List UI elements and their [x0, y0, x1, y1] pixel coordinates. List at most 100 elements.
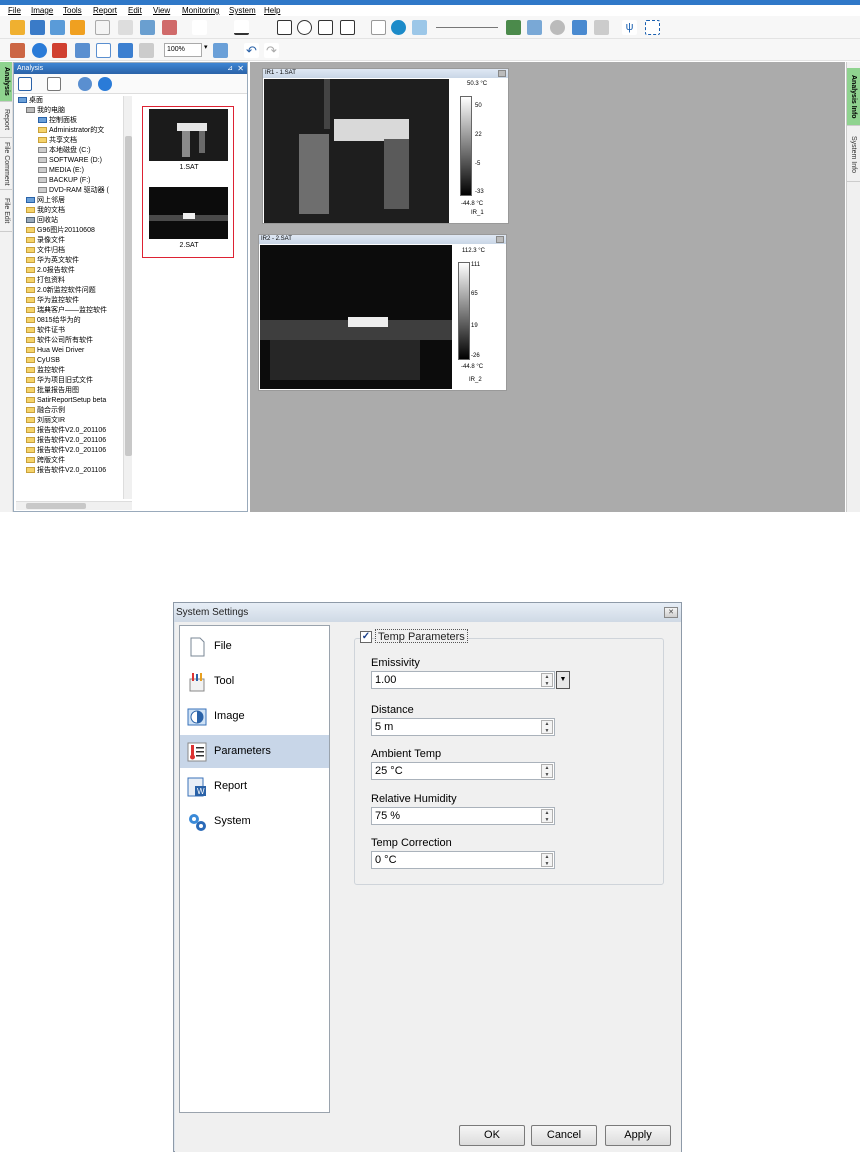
sort-icon[interactable] [47, 77, 61, 91]
record-icon[interactable] [550, 20, 565, 35]
thumbnail-image-1[interactable] [149, 109, 228, 161]
close-icon[interactable] [496, 236, 504, 243]
spin-buttons[interactable]: ▲ ▼ [541, 673, 553, 687]
menu-system[interactable]: System [229, 5, 256, 16]
menu-edit[interactable]: Edit [128, 5, 142, 16]
zoom-fit-icon[interactable] [213, 43, 228, 58]
tree-item[interactable]: G96图片20110608 [26, 226, 95, 235]
nav-item-report[interactable]: W Report [180, 770, 329, 803]
redo-icon[interactable]: ↷ [264, 43, 279, 58]
tree-item[interactable]: 本地磁盘 (C:) [38, 146, 91, 155]
tree-item[interactable]: 2.0新监控软件问题 [26, 286, 96, 295]
menu-image[interactable]: Image [31, 5, 53, 16]
zoom-select[interactable]: 100% [164, 43, 202, 57]
close-icon[interactable]: ✕ [237, 63, 244, 74]
tab-file-edit[interactable]: File Edit [0, 190, 12, 232]
spin-up-icon[interactable]: ▲ [542, 810, 552, 817]
spin-up-icon[interactable]: ▲ [542, 765, 552, 772]
polygon-tool-icon[interactable] [340, 20, 355, 35]
tree-item[interactable]: 报告软件V2.0_201106 [26, 426, 106, 435]
tree-item[interactable]: Hua Wei Driver [26, 346, 84, 355]
menu-help[interactable]: Help [264, 5, 280, 16]
isotherm-icon[interactable] [391, 20, 406, 35]
usb-icon[interactable]: ψ [622, 20, 637, 35]
export-icon[interactable] [118, 20, 133, 35]
tree-item[interactable]: 2.0报告软件 [26, 266, 75, 275]
tree-horizontal-scrollbar[interactable] [16, 501, 132, 510]
relative-humidity-field[interactable]: 75 % ▲ ▼ [371, 807, 555, 825]
tree-item[interactable]: 刘丽文IR [26, 416, 65, 425]
tree-item[interactable]: 批量报告用图 [26, 386, 79, 395]
tree-item[interactable]: DVD-RAM 驱动器 ( [38, 186, 109, 195]
scroll-thumb[interactable] [125, 136, 132, 456]
chart-icon[interactable] [10, 43, 25, 58]
play-icon[interactable] [70, 20, 85, 35]
spin-up-icon[interactable]: ▲ [542, 721, 552, 728]
open-folder-icon[interactable] [10, 20, 25, 35]
spin-buttons[interactable]: ▲ ▼ [541, 720, 553, 734]
circle-tool-icon[interactable] [297, 20, 312, 35]
tree-item[interactable]: 软件证书 [26, 326, 65, 335]
ir-window-2[interactable]: IR2 - 2.SAT 112.3 °C 111 65 19 -26 -44.8… [258, 234, 507, 391]
menu-file[interactable]: File [8, 5, 21, 16]
save-all-icon[interactable] [50, 20, 65, 35]
distance-field[interactable]: 5 m ▲ ▼ [371, 718, 555, 736]
spin-down-icon[interactable]: ▼ [542, 861, 552, 868]
apply-button[interactable]: Apply [605, 1125, 671, 1146]
tree-item[interactable]: 华为监控软件 [26, 296, 79, 305]
temp-correction-field[interactable]: 0 °C ▲ ▼ [371, 851, 555, 869]
tab-file-comment[interactable]: File Comment [0, 138, 12, 190]
scroll-thumb[interactable] [26, 503, 86, 509]
palette-icon[interactable] [162, 20, 177, 35]
undo-icon[interactable]: ↶ [244, 43, 259, 58]
save-icon[interactable] [30, 20, 45, 35]
tree-item[interactable]: 监控软件 [26, 366, 65, 375]
tree-item[interactable]: 瑞典客户——监控软件 [26, 306, 107, 315]
spin-buttons[interactable]: ▲ ▼ [541, 809, 553, 823]
histogram-icon[interactable] [412, 20, 427, 35]
grid-icon[interactable] [96, 43, 111, 58]
nav-item-image[interactable]: Image [180, 700, 329, 733]
tree-item[interactable]: 文件归档 [26, 246, 65, 255]
tree-item[interactable]: CyUSB [26, 356, 60, 365]
tree-item[interactable]: BACKUP (F:) [38, 176, 91, 185]
tree-item[interactable]: 共享文档 [38, 136, 77, 145]
tree-item[interactable]: 跨版文件 [26, 456, 65, 465]
tree-item[interactable]: 报告软件V2.0_201106 [26, 446, 106, 455]
close-icon[interactable] [498, 70, 506, 77]
spin-up-icon[interactable]: ▲ [542, 854, 552, 861]
nav-item-file[interactable]: File [180, 630, 329, 663]
cursor-icon[interactable] [192, 20, 207, 35]
image-icon[interactable] [140, 20, 155, 35]
close-icon[interactable]: ✕ [664, 607, 678, 618]
pin-icon[interactable]: ⊿ [227, 63, 233, 74]
gear-icon[interactable] [98, 77, 112, 91]
rectangle-tool-icon[interactable] [318, 20, 333, 35]
spin-buttons[interactable]: ▲ ▼ [541, 764, 553, 778]
tree-item[interactable]: 我的文档 [26, 206, 65, 215]
color-bar-icon[interactable] [52, 43, 67, 58]
menu-view[interactable]: View [153, 5, 170, 16]
comment-icon[interactable] [118, 43, 133, 58]
nav-item-system[interactable]: System [180, 805, 329, 838]
ok-button[interactable]: OK [459, 1125, 525, 1146]
tree-item[interactable]: 控制面板 [38, 116, 77, 125]
tree-item[interactable]: 录像文件 [26, 236, 65, 245]
tree-vertical-scrollbar[interactable] [123, 96, 132, 499]
ir-image-1[interactable] [264, 79, 449, 223]
tree-item[interactable]: 网上邻居 [26, 196, 65, 205]
tab-analysis-info[interactable]: Analysis Info [847, 68, 860, 126]
tree-item[interactable]: SatirReportSetup beta [26, 396, 106, 405]
spin-buttons[interactable]: ▲ ▼ [541, 853, 553, 867]
tree-item[interactable]: 报告软件V2.0_201106 [26, 436, 106, 445]
tree-item[interactable]: 报告软件V2.0_201106 [26, 466, 106, 475]
spin-down-icon[interactable]: ▼ [542, 681, 552, 688]
polyline-tool-icon[interactable] [277, 20, 292, 35]
tree-item[interactable]: 桌面 [18, 96, 43, 105]
spin-down-icon[interactable]: ▼ [542, 817, 552, 824]
search-icon[interactable] [78, 77, 92, 91]
new-document-icon[interactable] [95, 20, 110, 35]
settings-disabled-icon[interactable] [139, 43, 154, 58]
contrast-icon[interactable] [32, 43, 47, 58]
tree-item[interactable]: 华为项目旧式文件 [26, 376, 93, 385]
